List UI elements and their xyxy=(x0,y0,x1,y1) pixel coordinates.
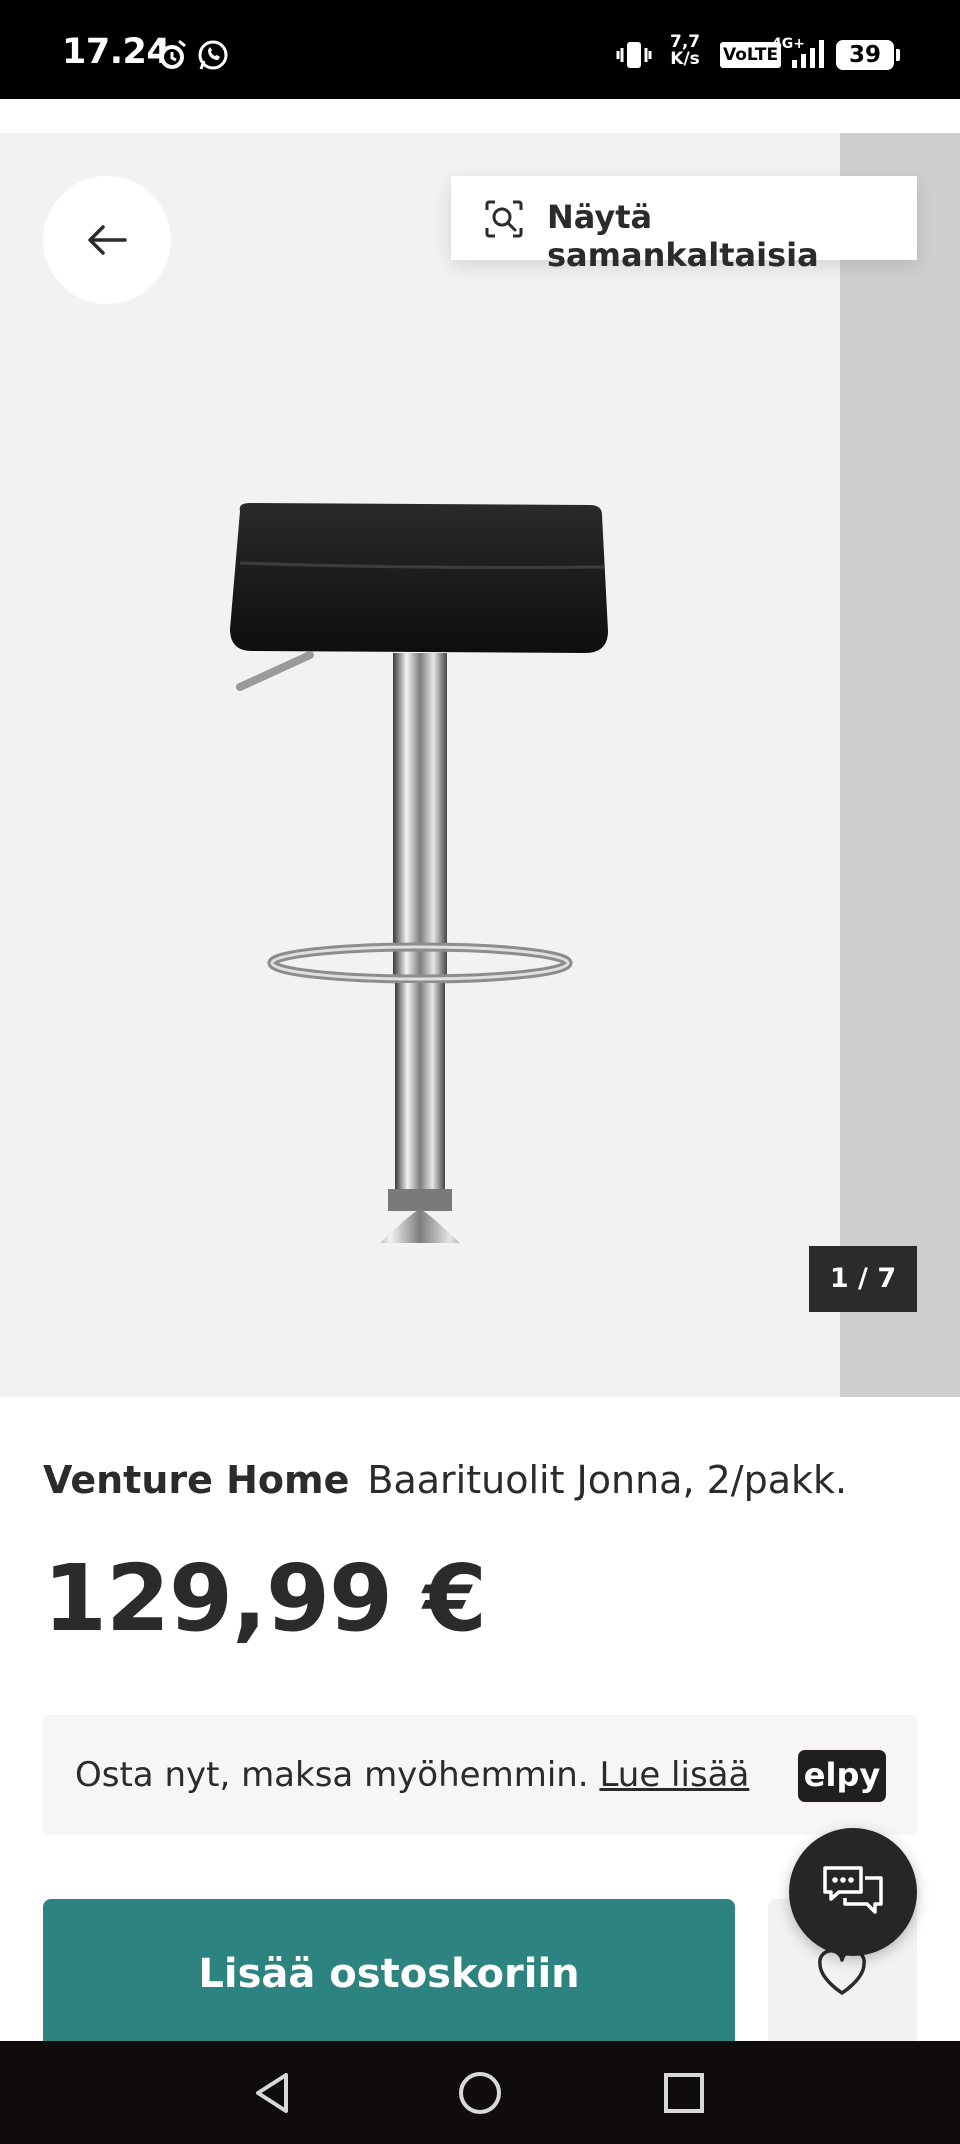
show-similar-label: Näytä samankaltaisia xyxy=(547,198,819,274)
chat-button[interactable] xyxy=(789,1828,917,1956)
status-bar: 17.24 7,7 K/s VoLTE 4G+ 39 xyxy=(0,0,960,99)
image-counter: 1 / 7 xyxy=(809,1246,917,1312)
chat-bubbles-icon xyxy=(823,1866,883,1914)
nav-recents-icon[interactable] xyxy=(660,2069,708,2117)
signal-icon xyxy=(792,40,824,68)
product-name: Baarituolit Jonna, 2/pakk. xyxy=(367,1458,848,1502)
bnpl-text-row: Osta nyt, maksa myöhemmin. Lue lisää xyxy=(75,1755,749,1795)
back-button[interactable] xyxy=(43,176,171,304)
product-image xyxy=(230,503,608,1243)
network-speed: 7,7 K/s xyxy=(670,34,700,68)
system-navigation-bar xyxy=(0,2041,960,2144)
visual-search-icon xyxy=(485,200,523,238)
next-image-preview[interactable] xyxy=(840,133,960,1397)
whatsapp-icon xyxy=(198,40,228,70)
show-similar-button[interactable]: Näytä samankaltaisia xyxy=(451,176,917,274)
product-price: 129,99 € xyxy=(43,1545,487,1652)
product-title: Venture Home Baarituolit Jonna, 2/pakk. xyxy=(43,1458,847,1502)
arrow-left-icon xyxy=(88,225,127,255)
nav-back-icon[interactable] xyxy=(248,2069,296,2117)
elpy-logo: elpy xyxy=(798,1750,886,1802)
add-to-cart-button[interactable]: Lisää ostoskoriin xyxy=(43,1899,735,2059)
read-more-link[interactable]: Lue lisää xyxy=(599,1755,749,1795)
nav-home-icon[interactable] xyxy=(456,2069,504,2117)
product-image-gallery[interactable]: Näytä samankaltaisia 1 / 7 xyxy=(0,133,960,1397)
bnpl-text: Osta nyt, maksa myöhemmin. xyxy=(75,1755,589,1795)
product-brand[interactable]: Venture Home xyxy=(43,1458,349,1502)
alarm-icon xyxy=(158,39,186,69)
network-speed-unit: K/s xyxy=(670,49,700,69)
battery-indicator: 39 xyxy=(836,40,900,70)
status-time: 17.24 xyxy=(62,32,171,72)
buy-now-pay-later-banner: Osta nyt, maksa myöhemmin. Lue lisää elp… xyxy=(43,1715,917,1835)
vibrate-icon xyxy=(616,42,652,68)
